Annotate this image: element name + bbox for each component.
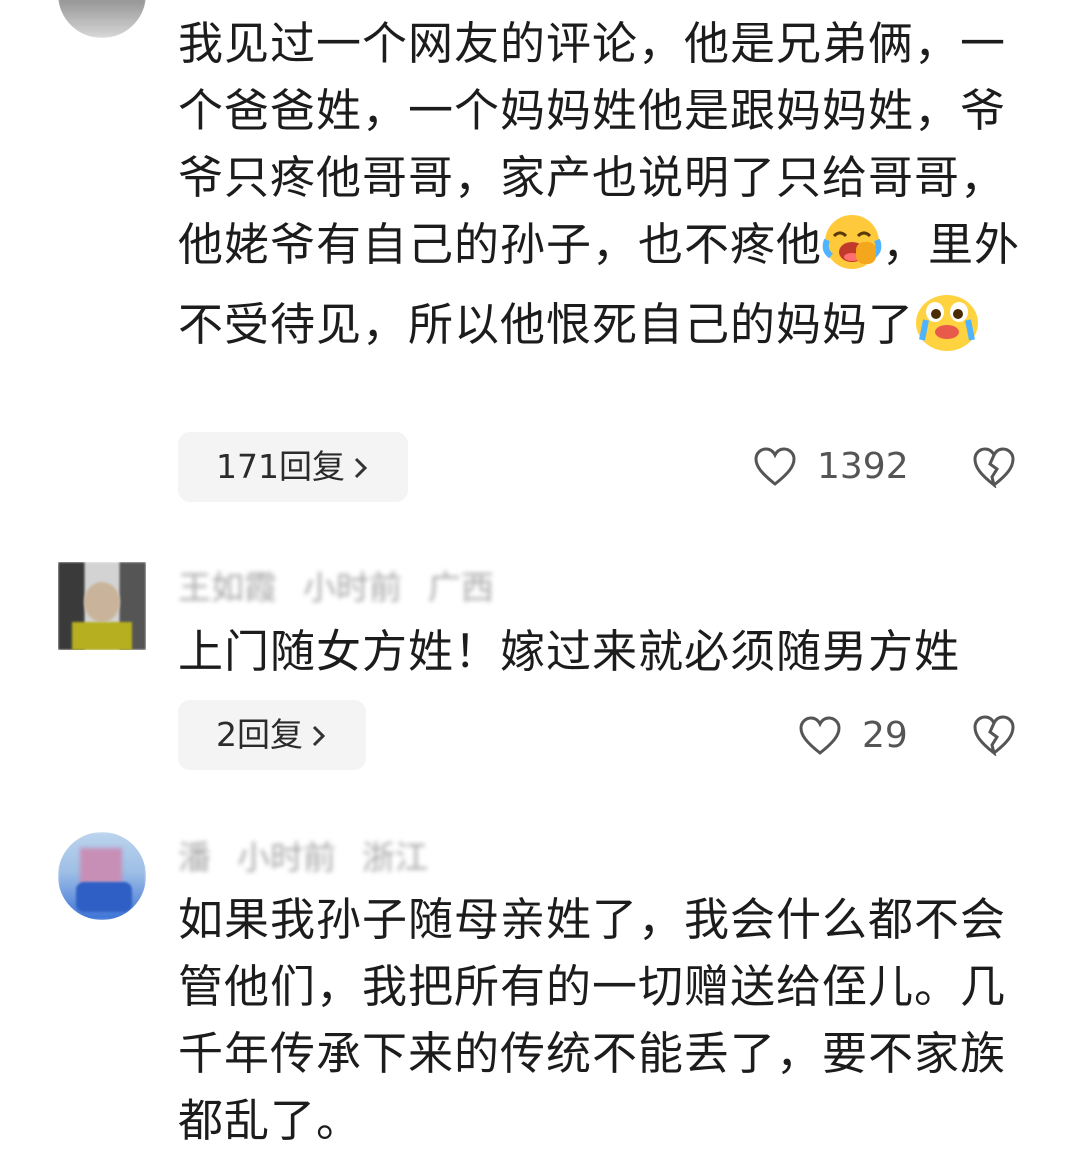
like-button[interactable]: 1392 [753,437,909,497]
comment-text: 上门随女方姓！嫁过来就必须随男方姓 [178,625,961,678]
view-replies-button[interactable]: 2回复 [178,700,366,770]
author-name[interactable]: 王如霞 [178,568,277,607]
comment-text: 我见过一个网友的评论，他是兄弟俩，一个爸爸姓，一个妈妈姓他是跟妈妈姓，爷爷只疼他… [178,10,1038,370]
laugh-cry-emoji [822,212,882,290]
comment-text: 如果我孙子随母亲姓了，我会什么都不会管他们，我把所有的一切赠送给侄儿。几千年传承… [178,893,1007,1147]
dislike-button[interactable] [972,446,1016,490]
comment-meta: 王如霞 小时前 广西 [178,563,520,613]
like-count: 29 [862,715,908,756]
crying-emoji [914,290,980,370]
reply-count-label: 171回复 [216,447,345,486]
avatar[interactable] [58,832,146,920]
comment-2: 王如霞 小时前 广西 上门随女方姓！嫁过来就必须随男方姓 2回复 29 [0,548,1080,798]
heart-outline-icon [754,447,796,486]
location: 广西 [428,568,494,607]
comment-1: 我见过一个网友的评论，他是兄弟俩，一个爸爸姓，一个妈妈姓他是跟妈妈姓，爷爷只疼他… [0,0,1080,520]
broken-heart-icon [973,447,1015,489]
chevron-right-icon [311,703,327,773]
avatar[interactable] [58,562,146,650]
reply-count-label: 2回复 [216,715,303,754]
like-count: 1392 [817,446,909,487]
view-replies-button[interactable]: 171回复 [178,432,408,502]
heart-outline-icon [799,716,841,755]
comment-meta: 潘小时前 浙江 [178,833,454,883]
broken-heart-icon [973,715,1015,757]
timestamp: 小时前 [303,568,402,607]
comment-3: 潘小时前 浙江 如果我孙子随母亲姓了，我会什么都不会管他们，我把所有的一切赠送给侄… [0,828,1080,1147]
chevron-right-icon [353,435,369,505]
dislike-button[interactable] [972,714,1016,758]
like-button[interactable]: 29 [798,706,908,766]
avatar[interactable] [58,0,146,38]
author-name[interactable]: 潘 [178,838,211,877]
location: 浙江 [362,838,428,877]
timestamp: 小时前 [237,838,336,877]
